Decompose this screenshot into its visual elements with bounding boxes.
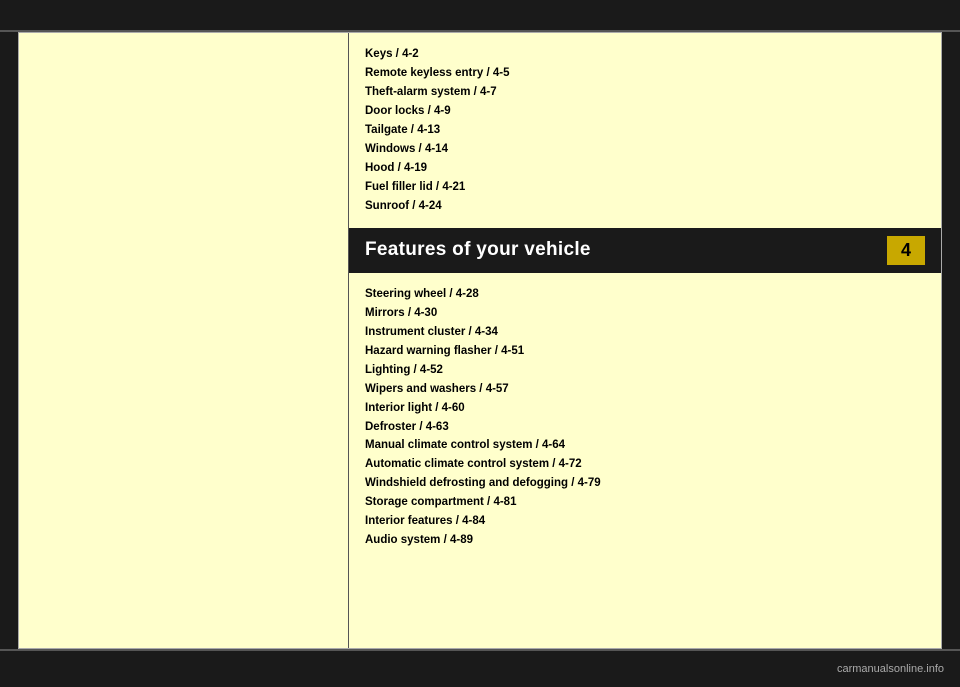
top-list-item: Sunroof / 4-24 xyxy=(365,197,925,216)
top-list-item: Windows / 4-14 xyxy=(365,140,925,159)
top-list-item: Theft-alarm system / 4-7 xyxy=(365,83,925,102)
left-panel xyxy=(19,33,349,648)
content-area: Keys / 4-2Remote keyless entry / 4-5Thef… xyxy=(18,32,942,649)
bottom-list-item: Manual climate control system / 4-64 xyxy=(365,436,925,455)
bottom-list-item: Interior features / 4-84 xyxy=(365,512,925,531)
top-list-item: Keys / 4-2 xyxy=(365,45,925,64)
bottom-list-item: Windshield defrosting and defogging / 4-… xyxy=(365,474,925,493)
top-list-item: Tailgate / 4-13 xyxy=(365,121,925,140)
bottom-list-item: Audio system / 4-89 xyxy=(365,531,925,550)
top-list-item: Door locks / 4-9 xyxy=(365,102,925,121)
bottom-list-item: Hazard warning flasher / 4-51 xyxy=(365,342,925,361)
top-list-item: Hood / 4-19 xyxy=(365,159,925,178)
top-list-item: Fuel filler lid / 4-21 xyxy=(365,178,925,197)
top-list-item: Remote keyless entry / 4-5 xyxy=(365,64,925,83)
bottom-list-item: Defroster / 4-63 xyxy=(365,418,925,437)
bottom-list-item: Interior light / 4-60 xyxy=(365,399,925,418)
section-number: 4 xyxy=(887,236,925,265)
bottom-list-item: Storage compartment / 4-81 xyxy=(365,493,925,512)
bottom-list-item: Automatic climate control system / 4-72 xyxy=(365,455,925,474)
bottom-list-item: Instrument cluster / 4-34 xyxy=(365,323,925,342)
bottom-list-item: Steering wheel / 4-28 xyxy=(365,285,925,304)
top-bar xyxy=(0,0,960,30)
page-wrapper: Keys / 4-2Remote keyless entry / 4-5Thef… xyxy=(0,0,960,687)
top-list: Keys / 4-2Remote keyless entry / 4-5Thef… xyxy=(349,33,941,228)
main-content: Keys / 4-2Remote keyless entry / 4-5Thef… xyxy=(18,32,942,649)
right-panel: Keys / 4-2Remote keyless entry / 4-5Thef… xyxy=(349,33,941,648)
bottom-list-item: Wipers and washers / 4-57 xyxy=(365,380,925,399)
section-title: Features of your vehicle xyxy=(365,239,591,261)
section-header: Features of your vehicle 4 xyxy=(349,228,941,273)
bottom-bar: carmanualsonline.info xyxy=(0,651,960,687)
bottom-list-item: Mirrors / 4-30 xyxy=(365,304,925,323)
bottom-list-item: Lighting / 4-52 xyxy=(365,361,925,380)
footer-text: carmanualsonline.info xyxy=(837,663,944,675)
bottom-list: Steering wheel / 4-28Mirrors / 4-30Instr… xyxy=(349,273,941,648)
